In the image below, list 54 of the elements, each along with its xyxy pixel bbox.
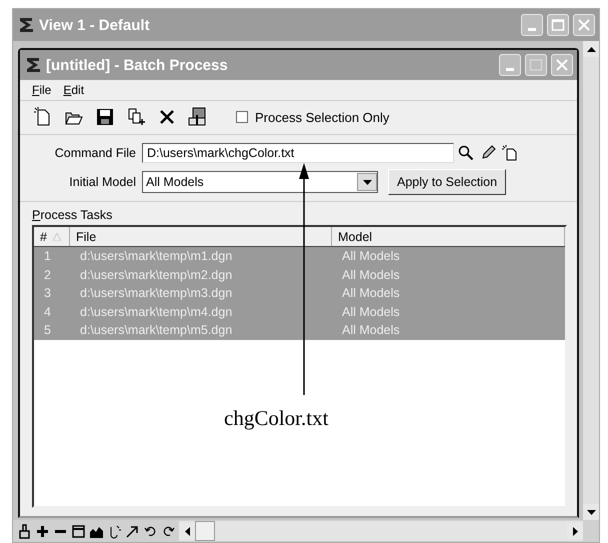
table-cell-text: All Models — [341, 322, 401, 340]
field-label: Command File — [54, 146, 137, 160]
close-icon — [555, 58, 569, 72]
model-dropdown[interactable]: All Models — [142, 171, 378, 193]
window-icon[interactable] — [71, 524, 86, 538]
vertical-scrollbar[interactable] — [583, 41, 599, 520]
dropdown-arrow-icon — [362, 180, 372, 184]
sort-icon — [52, 232, 61, 240]
scroll-right-icon[interactable] — [572, 526, 578, 536]
callout-label: chgColor.txt — [224, 406, 328, 431]
table-cell-text: d:\users\mark\temp\m2.dgn — [79, 266, 234, 284]
table-cell-text: 5 — [43, 322, 52, 340]
table-cell-text: d:\users\mark\temp\m3.dgn — [79, 285, 234, 302]
close-icon — [577, 18, 591, 32]
pencil-icon[interactable] — [480, 145, 496, 161]
table-cell-text: d:\users\mark\temp\m1.dgn — [79, 248, 234, 266]
plus-icon[interactable] — [35, 524, 50, 538]
scroll-up-icon[interactable] — [586, 46, 596, 52]
column-header[interactable]: Model — [332, 227, 565, 246]
table-cell-text: d:\users\mark\temp\m4.dgn — [79, 304, 234, 321]
command-file-field[interactable]: D:\users\mark\chgColor.txt — [142, 143, 454, 163]
scroll-thumb[interactable] — [195, 521, 215, 541]
minimize-icon — [506, 68, 514, 71]
scroll-down-icon[interactable] — [586, 510, 596, 514]
column-header[interactable]: # — [34, 227, 70, 246]
table-cell-text: All Models — [341, 304, 401, 321]
logo-icon — [24, 56, 42, 74]
section-label: Process Tasks — [32, 208, 114, 222]
menu-item[interactable]: Edit — [63, 83, 84, 97]
field-label: Initial Model — [68, 175, 137, 189]
scroll-left-icon[interactable] — [184, 526, 190, 536]
maximize-icon — [551, 18, 565, 32]
table-cell-text: All Models — [341, 285, 401, 302]
brush-icon[interactable] — [17, 524, 32, 538]
dialog-title: [untitled] - Batch Process — [46, 56, 229, 74]
table-cell-text: 4 — [43, 304, 52, 321]
table-cell-text: 3 — [43, 285, 52, 302]
table-cell-text: All Models — [341, 266, 401, 284]
table-cell-text: d:\users\mark\temp\m5.dgn — [79, 322, 234, 340]
new-file-icon[interactable] — [502, 145, 518, 161]
menu-item[interactable]: File — [32, 83, 52, 97]
column-header[interactable]: File — [70, 227, 332, 246]
search-icon[interactable] — [458, 145, 474, 161]
minimize-icon — [528, 28, 536, 31]
table-cell-text: All Models — [341, 248, 401, 266]
process-selection-checkbox[interactable]: Process Selection Only — [236, 110, 390, 124]
logo-icon — [17, 16, 35, 34]
table-cell-text: 2 — [43, 266, 52, 284]
apply-button[interactable]: Apply to Selection — [388, 169, 506, 195]
table-cell-text: 1 — [43, 248, 52, 266]
horizontal-scrollbar[interactable] — [179, 521, 583, 541]
arrow-icon[interactable] — [125, 524, 140, 538]
save-icon[interactable] — [94, 106, 116, 128]
window-title: View 1 - Default — [39, 16, 151, 34]
